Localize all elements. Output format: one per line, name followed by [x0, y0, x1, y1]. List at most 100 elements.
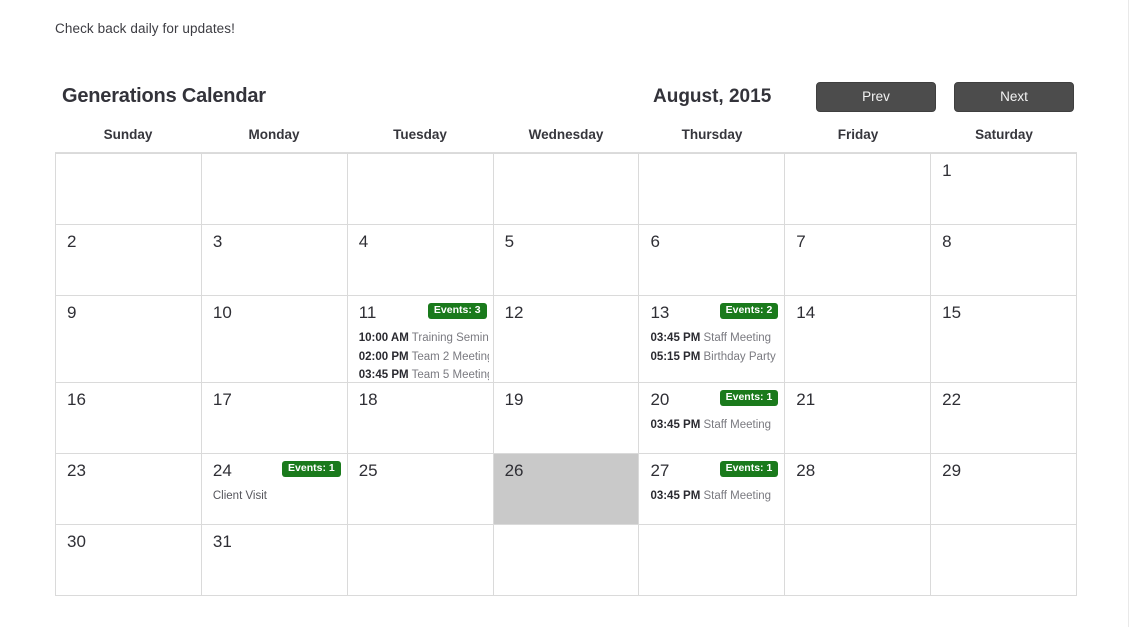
event-title: Birthday Party [703, 350, 776, 363]
events-count-badge[interactable]: Events: 1 [719, 390, 779, 406]
event-item[interactable]: 10:00 AM Training Seminar [359, 329, 489, 348]
event-title: Team 2 Meeting [411, 350, 489, 363]
weekday-header-wednesday: Wednesday [528, 127, 604, 142]
weekday-header-thursday: Thursday [681, 127, 743, 142]
day-number: 9 [67, 303, 77, 322]
day-cell-13[interactable]: 13 Events: 2 03:45 PM Staff Meeting 05:15 P… [639, 296, 786, 383]
event-list: Client Visit [213, 487, 343, 506]
day-number: 1 [942, 161, 952, 180]
day-cell-8[interactable]: 8 [931, 225, 1078, 296]
day-number: 17 [212, 390, 232, 409]
day-number: 30 [67, 532, 86, 551]
day-number: 7 [796, 232, 806, 251]
day-number: 23 [67, 461, 86, 480]
day-cell-14[interactable]: 14 [785, 296, 932, 383]
event-item[interactable]: 03:45 PM Staff Meeting [650, 329, 780, 348]
calendar-week-row: 1 [56, 154, 1078, 225]
day-number: 26 [504, 461, 524, 480]
event-list: 03:45 PM Staff Meeting [650, 487, 780, 506]
day-cell-empty [639, 525, 786, 596]
day-number: 25 [358, 461, 378, 480]
day-cell-23[interactable]: 23 [56, 454, 202, 525]
day-cell-2[interactable]: 2 [56, 225, 202, 296]
event-title: Staff Meeting [703, 419, 772, 431]
day-cell-empty [639, 154, 786, 225]
event-title: Training Seminar [411, 332, 489, 344]
day-number: 6 [650, 232, 660, 251]
event-item[interactable]: 03:45 PM Team 5 Meeting [359, 366, 489, 382]
event-title: Client Visit [212, 490, 267, 502]
day-number: 10 [212, 303, 232, 322]
event-item[interactable]: Client Visit [213, 487, 343, 506]
day-cell-5[interactable]: 5 [493, 225, 640, 296]
day-cell-12[interactable]: 12 [493, 296, 640, 383]
day-number: 20 [650, 390, 670, 409]
calendar-week-row: 23 24 Events: 1 Client Visit 25 26 27 Events: 1… [56, 454, 1078, 525]
day-cell-10[interactable]: 10 [201, 296, 348, 383]
next-month-button[interactable]: Next [954, 82, 1074, 112]
day-cell-4[interactable]: 4 [347, 225, 494, 296]
update-notice: Check back daily for updates! [55, 21, 235, 36]
day-cell-25[interactable]: 25 [347, 454, 494, 525]
day-number: 28 [796, 461, 816, 480]
calendar-week-row: 2 3 4 5 6 7 8 [56, 225, 1078, 296]
page-title: Generations Calendar [62, 85, 266, 107]
day-cell-20[interactable]: 20 Events: 1 03:45 PM Staff Meeting [639, 383, 786, 454]
day-cell-17[interactable]: 17 [201, 383, 348, 454]
day-number: 8 [942, 232, 952, 251]
day-cell-22[interactable]: 22 [931, 383, 1078, 454]
day-number: 31 [212, 532, 232, 551]
day-cell-30[interactable]: 30 [56, 525, 202, 596]
day-number: 13 [650, 303, 670, 322]
weekday-header-sunday: Sunday [103, 127, 153, 142]
day-cell-empty [56, 154, 202, 225]
day-cell-29[interactable]: 29 [931, 454, 1078, 525]
prev-month-button[interactable]: Prev [816, 82, 936, 112]
day-number: 27 [650, 461, 670, 480]
day-cell-27[interactable]: 27 Events: 1 03:45 PM Staff Meeting [639, 454, 786, 525]
day-cell-9[interactable]: 9 [56, 296, 202, 383]
day-cell-11[interactable]: 11Events: 310:00 AM Training Seminar02:0… [347, 296, 494, 383]
day-cell-6[interactable]: 6 [639, 225, 786, 296]
event-time: 03:45 PM [650, 419, 701, 431]
day-cell-24[interactable]: 24 Events: 1 Client Visit [201, 454, 348, 525]
day-cell-1[interactable]: 1 [931, 154, 1078, 225]
events-count-badge[interactable]: Events: 1 [719, 461, 779, 477]
day-number: 29 [942, 461, 962, 480]
day-number: 3 [212, 232, 223, 251]
day-cell-28[interactable]: 28 [785, 454, 932, 525]
day-number: 19 [504, 390, 524, 409]
day-number: 14 [796, 303, 816, 322]
day-cell-26[interactable]: 26 [493, 454, 640, 525]
day-cell-empty [931, 525, 1078, 596]
day-cell-21[interactable]: 21 [785, 383, 932, 454]
events-count-badge[interactable]: Events: 2 [719, 303, 779, 319]
event-item[interactable]: 03:45 PM Staff Meeting [650, 487, 780, 506]
weekday-header-saturday: Saturday [975, 127, 1033, 142]
weekday-header-row: Sunday Monday Tuesday Wednesday Thursday Frid… [55, 121, 1077, 153]
event-item[interactable]: 03:45 PM Staff Meeting [650, 416, 780, 435]
day-cell-empty [785, 154, 932, 225]
day-cell-3[interactable]: 3 [201, 225, 348, 296]
events-count-badge[interactable]: Events: 3 [427, 303, 487, 319]
calendar-grid: 1 2 3 4 5 6 7 8 9 10 11 Events: 3 10:00 AM Training … [55, 153, 1078, 596]
day-cell-7[interactable]: 7 [785, 225, 932, 296]
day-cell-31[interactable]: 31 [201, 525, 348, 596]
event-time: 10:00 AM [358, 332, 409, 344]
events-count-badge[interactable]: Events: 1 [282, 461, 341, 477]
event-time: 02:00 PM [358, 350, 409, 363]
day-cell-16[interactable]: 16 [56, 383, 202, 454]
day-number: 22 [942, 390, 962, 409]
day-cell-18[interactable]: 18 [347, 383, 494, 454]
day-cell-19[interactable]: 19 [493, 383, 640, 454]
day-cell-15[interactable]: 15 [931, 296, 1078, 383]
calendar-header: Generations Calendar August, 2015 Prev N… [55, 78, 1077, 119]
calendar-week-row: 16 17 18 19 20 Events: 1 03:45 PM Staff Meetin… [56, 383, 1078, 454]
day-number: 21 [796, 390, 816, 409]
event-title: Staff Meeting [703, 332, 772, 344]
day-cell-empty [201, 154, 348, 225]
event-item[interactable]: 05:15 PM Birthday Party [650, 348, 780, 367]
day-number: 5 [504, 232, 515, 251]
event-item[interactable]: 02:00 PM Team 2 Meeting [359, 348, 489, 367]
event-list: 03:45 PM Staff Meeting [650, 416, 780, 435]
